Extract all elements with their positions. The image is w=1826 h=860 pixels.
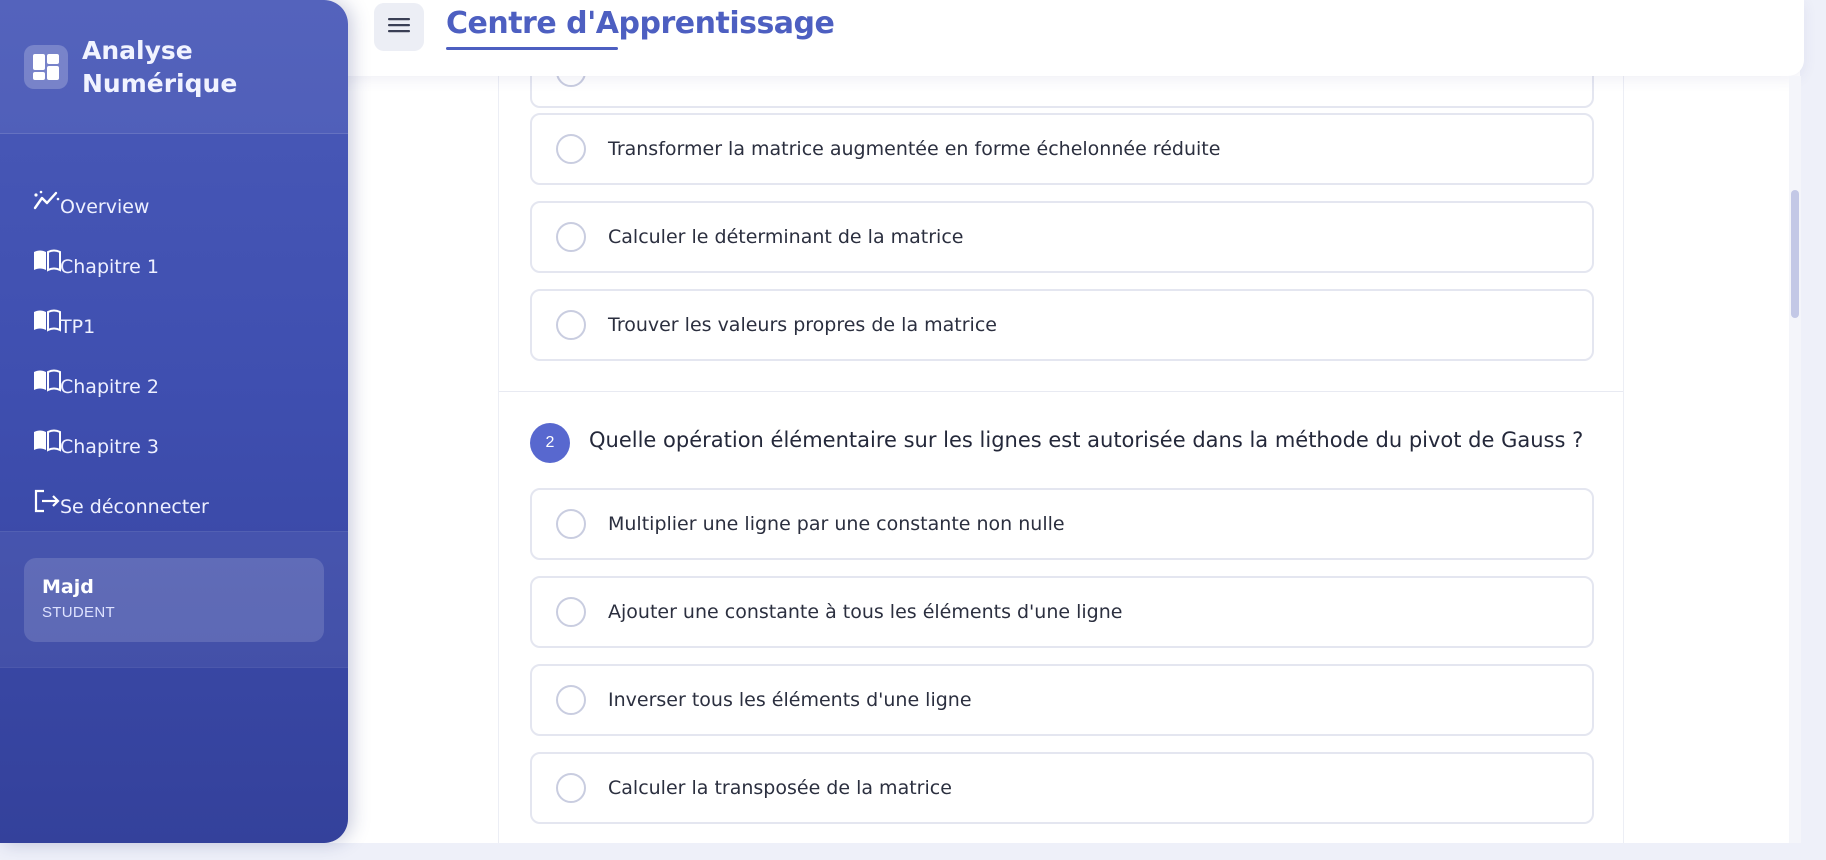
user-name: Majd bbox=[42, 576, 94, 598]
user-card[interactable]: Majd STUDENT bbox=[24, 558, 324, 642]
app-root: Analyse Numérique Overview Chapitre 1 TP… bbox=[0, 0, 1826, 860]
scrollbar-thumb[interactable] bbox=[1791, 190, 1799, 318]
sidebar-item-logout[interactable]: Se déconnecter bbox=[0, 460, 348, 520]
book-icon bbox=[32, 368, 62, 394]
quiz-option[interactable]: Inverser tous les éléments d'une ligne bbox=[530, 664, 1594, 736]
radio-button[interactable] bbox=[556, 509, 586, 539]
option-label: Calculer le déterminant de la matrice bbox=[608, 226, 964, 248]
option-label: Multiplier une ligne par une constante n… bbox=[608, 513, 1065, 535]
radio-button[interactable] bbox=[556, 222, 586, 252]
radio-button[interactable] bbox=[556, 597, 586, 627]
title-underline bbox=[446, 47, 618, 50]
radio-button[interactable] bbox=[556, 773, 586, 803]
book-icon bbox=[32, 308, 62, 334]
user-role: STUDENT bbox=[42, 604, 115, 621]
radio-button[interactable] bbox=[556, 685, 586, 715]
book-icon bbox=[32, 248, 62, 274]
book-icon bbox=[32, 428, 62, 454]
quiz-option[interactable]: Calculer le déterminant de la matrice bbox=[530, 201, 1594, 273]
user-section: Majd STUDENT bbox=[0, 532, 348, 668]
quiz-option[interactable]: Trouver les valeurs propres de la matric… bbox=[530, 289, 1594, 361]
logout-icon bbox=[32, 488, 62, 514]
option-label: Inverser tous les éléments d'une ligne bbox=[608, 689, 972, 711]
scrollbar[interactable] bbox=[1789, 76, 1801, 843]
sidebar-item-label: Chapitre 1 bbox=[60, 256, 159, 278]
sidebar: Analyse Numérique Overview Chapitre 1 TP… bbox=[0, 0, 348, 843]
trend-chart-icon bbox=[32, 188, 62, 214]
sidebar-item-chapitre-3[interactable]: Chapitre 3 bbox=[0, 400, 348, 460]
option-label: Ajouter une constante à tous les élément… bbox=[608, 601, 1123, 623]
quiz-option[interactable]: Ajouter une constante à tous les élément… bbox=[530, 576, 1594, 648]
menu-toggle-button[interactable] bbox=[374, 3, 424, 51]
question-text: Quelle opération élémentaire sur les lig… bbox=[589, 428, 1584, 452]
question-number-badge: 2 bbox=[530, 423, 570, 463]
quiz-panel: Transformer la matrice augmentée en form… bbox=[498, 76, 1624, 843]
sidebar-item-tp1[interactable]: TP1 bbox=[0, 280, 348, 340]
sidebar-item-overview[interactable]: Overview bbox=[0, 160, 348, 220]
sidebar-item-chapitre-2[interactable]: Chapitre 2 bbox=[0, 340, 348, 400]
sidebar-item-label: Overview bbox=[60, 196, 150, 218]
sidebar-item-label: Chapitre 3 bbox=[60, 436, 159, 458]
radio-button[interactable] bbox=[556, 76, 586, 87]
option-label: Trouver les valeurs propres de la matric… bbox=[608, 314, 997, 336]
quiz-option[interactable]: Transformer la matrice augmentée en form… bbox=[530, 113, 1594, 185]
dashboard-logo-icon bbox=[24, 44, 68, 89]
page-title: Centre d'Apprentissage bbox=[446, 6, 835, 41]
sidebar-item-label: TP1 bbox=[60, 316, 96, 338]
quiz-option[interactable]: Multiplier une ligne par une constante n… bbox=[530, 488, 1594, 560]
option-label: Calculer la transposée de la matrice bbox=[608, 777, 952, 799]
top-header: Centre d'Apprentissage bbox=[300, 0, 1804, 76]
option-label: Transformer la matrice augmentée en form… bbox=[608, 138, 1221, 160]
sidebar-item-chapitre-1[interactable]: Chapitre 1 bbox=[0, 220, 348, 280]
sidebar-item-label: Se déconnecter bbox=[60, 496, 209, 518]
brand-title: Analyse Numérique bbox=[82, 35, 238, 98]
brand[interactable]: Analyse Numérique bbox=[0, 0, 348, 134]
hamburger-menu-icon bbox=[387, 16, 411, 39]
radio-button[interactable] bbox=[556, 134, 586, 164]
question-divider bbox=[499, 391, 1623, 392]
quiz-option[interactable]: Calculer la transposée de la matrice bbox=[530, 752, 1594, 824]
quiz-option[interactable] bbox=[530, 76, 1594, 108]
radio-button[interactable] bbox=[556, 310, 586, 340]
sidebar-item-label: Chapitre 2 bbox=[60, 376, 159, 398]
sidebar-nav: Overview Chapitre 1 TP1 Chapitre 2 Chapi… bbox=[0, 134, 348, 532]
